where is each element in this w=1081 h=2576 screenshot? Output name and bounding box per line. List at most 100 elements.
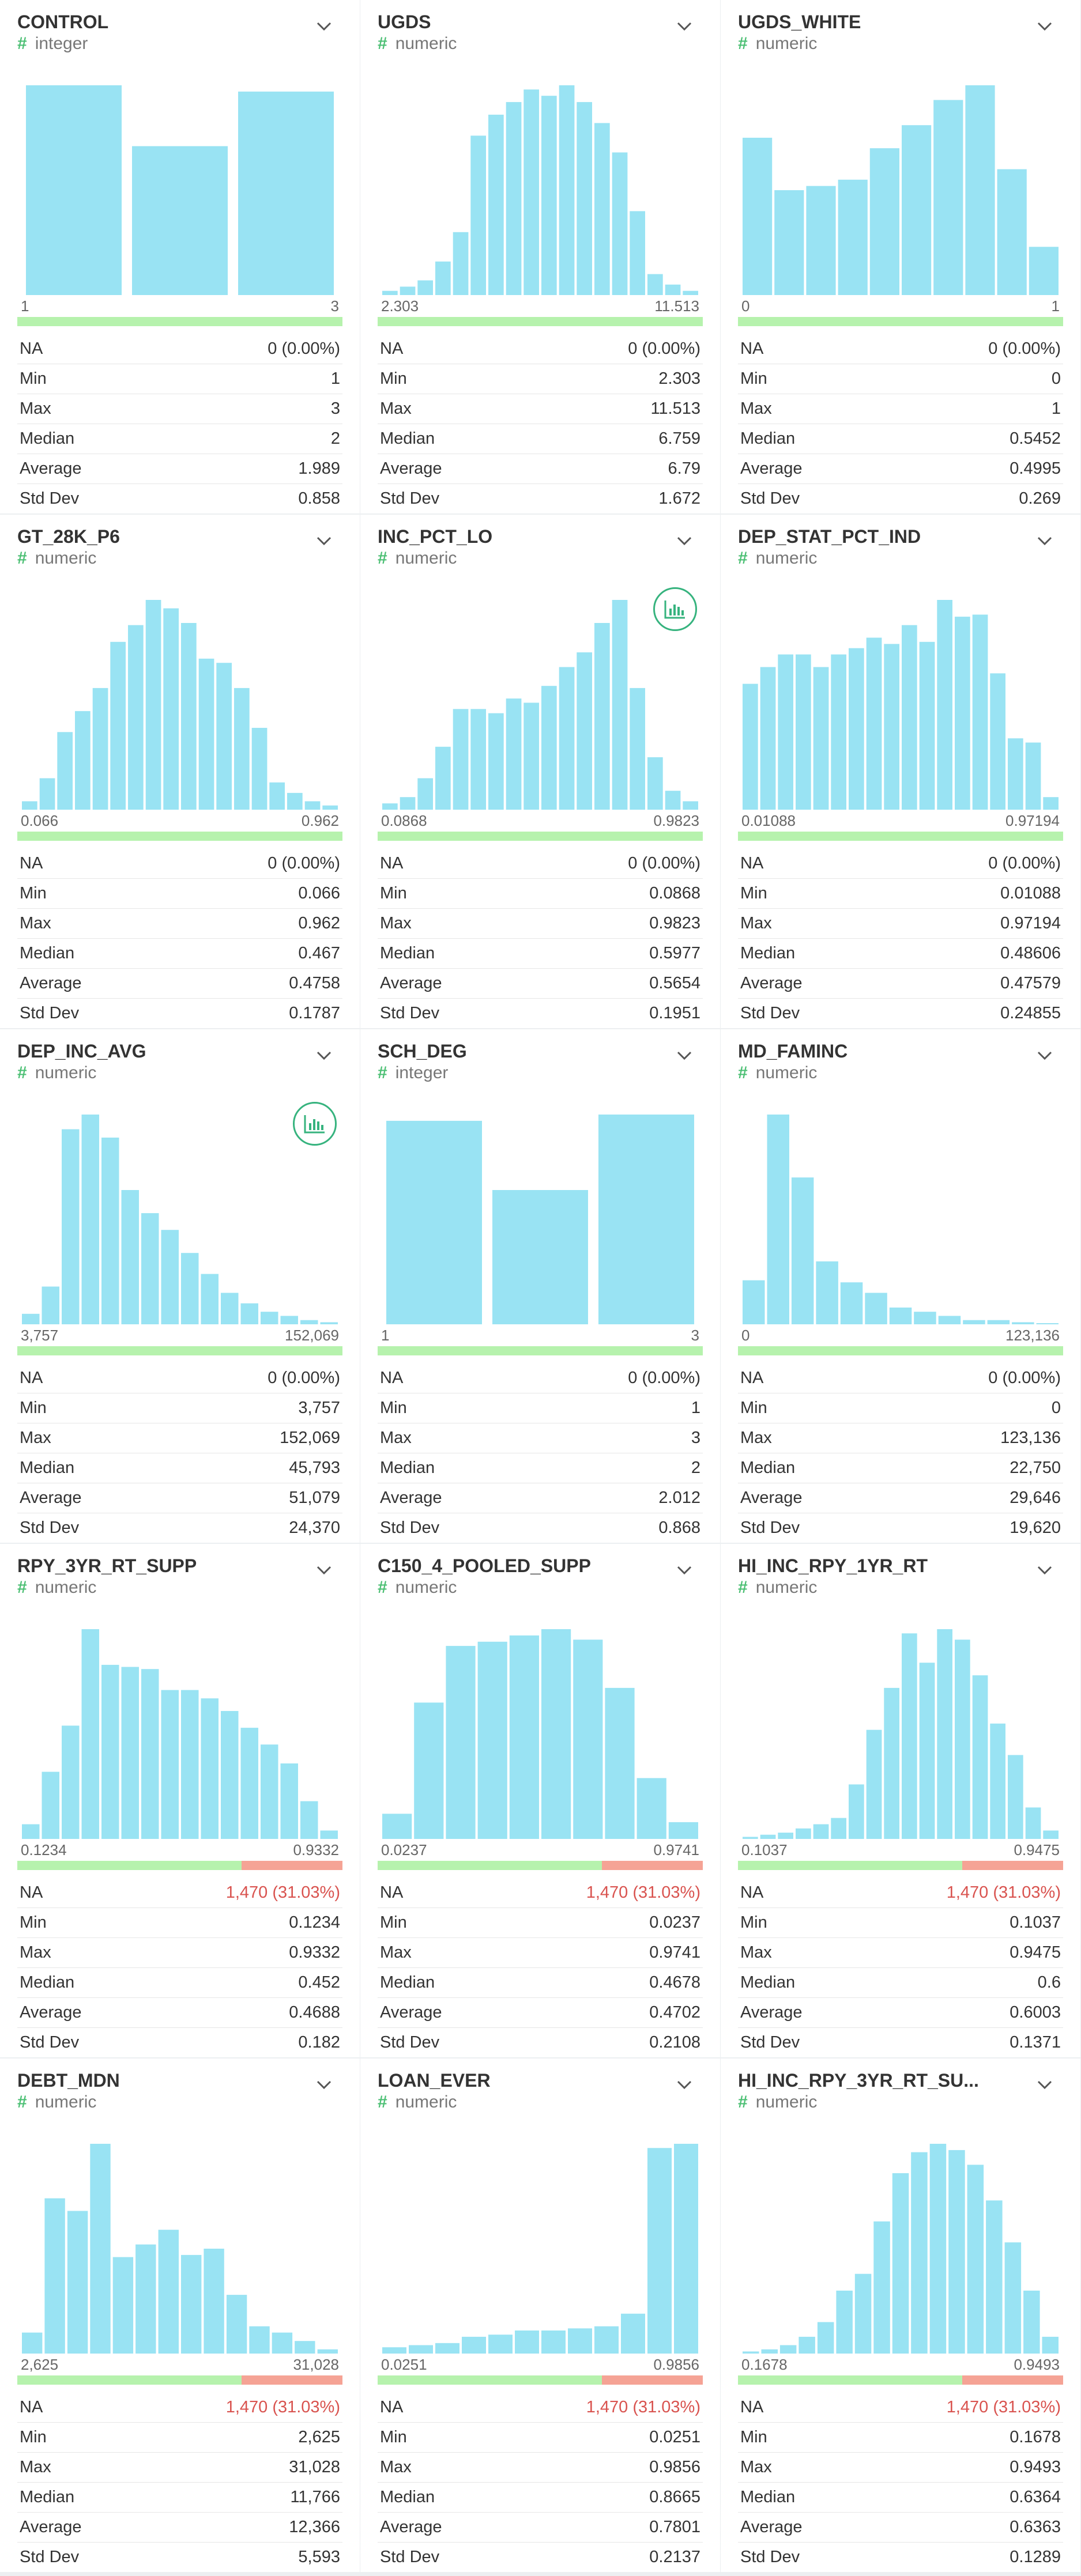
histogram-bar[interactable] (955, 1640, 970, 1839)
histogram-bar[interactable] (240, 1728, 259, 1839)
chevron-down-icon[interactable] (1033, 530, 1056, 553)
histogram-bar[interactable] (435, 2343, 459, 2354)
histogram-bar[interactable] (382, 2347, 406, 2354)
histogram-bar[interactable] (453, 709, 469, 810)
histogram-bar[interactable] (972, 1675, 988, 1839)
histogram-bar[interactable] (1043, 1830, 1059, 1839)
histogram-bar[interactable] (435, 261, 451, 295)
histogram-bar[interactable] (594, 623, 610, 810)
histogram-bar[interactable] (382, 290, 398, 295)
histogram-bar[interactable] (22, 1313, 40, 1324)
histogram-bar[interactable] (919, 1663, 935, 1839)
histogram-bar[interactable] (1042, 2336, 1059, 2354)
histogram-bar[interactable] (929, 2144, 947, 2354)
histogram-bar[interactable] (1004, 2242, 1022, 2354)
histogram-bar[interactable] (110, 641, 126, 810)
bar-chart-icon[interactable] (653, 587, 697, 631)
histogram-bar[interactable] (779, 2345, 797, 2354)
histogram-bar[interactable] (221, 1293, 239, 1324)
histogram-bar[interactable] (161, 1230, 179, 1324)
histogram-bar[interactable] (647, 2148, 672, 2354)
histogram-bar[interactable] (889, 1307, 912, 1324)
histogram-bar[interactable] (261, 1312, 278, 1324)
histogram-bar[interactable] (382, 803, 398, 810)
histogram-bar[interactable] (201, 1698, 219, 1839)
histogram-bar[interactable] (774, 190, 804, 295)
histogram-bar[interactable] (280, 1316, 299, 1324)
histogram-bar[interactable] (577, 102, 592, 295)
histogram-bar[interactable] (997, 169, 1027, 295)
histogram-bar[interactable] (541, 1629, 571, 1839)
histogram-bar[interactable] (470, 135, 486, 295)
histogram-bar[interactable] (919, 641, 935, 810)
histogram-bar[interactable] (101, 1138, 119, 1324)
histogram-bar[interactable] (594, 123, 610, 296)
histogram-bar[interactable] (295, 2341, 315, 2354)
histogram-bar[interactable] (1008, 1755, 1023, 1839)
histogram-bar[interactable] (22, 1824, 40, 1840)
histogram-bar[interactable] (238, 91, 334, 295)
histogram-bar[interactable] (630, 688, 645, 810)
histogram-bar[interactable] (226, 2295, 247, 2354)
chevron-down-icon[interactable] (673, 2073, 696, 2097)
histogram-bar[interactable] (446, 1646, 476, 1839)
histogram-bar[interactable] (488, 713, 504, 810)
histogram-bar[interactable] (813, 1824, 829, 1840)
histogram-bar[interactable] (541, 686, 557, 810)
histogram-bar[interactable] (902, 125, 932, 295)
histogram-bar[interactable] (541, 96, 557, 295)
histogram-bar[interactable] (67, 2211, 88, 2354)
histogram-bar[interactable] (933, 100, 963, 296)
histogram-bar[interactable] (272, 2332, 293, 2354)
histogram-bar[interactable] (92, 688, 108, 810)
histogram-bar[interactable] (987, 1320, 1010, 1324)
histogram-bar[interactable] (22, 801, 37, 810)
histogram-bar[interactable] (506, 102, 522, 295)
chevron-down-icon[interactable] (312, 530, 336, 553)
histogram-bar[interactable] (743, 2351, 759, 2354)
histogram-bar[interactable] (81, 1629, 100, 1839)
histogram-bar[interactable] (181, 1690, 199, 1839)
histogram-bar[interactable] (400, 286, 416, 295)
histogram-bar[interactable] (462, 2336, 486, 2354)
histogram-bar[interactable] (1012, 1322, 1034, 1324)
histogram-bar[interactable] (287, 792, 303, 810)
histogram-bar[interactable] (665, 791, 681, 810)
histogram-bar[interactable] (778, 654, 793, 810)
histogram-bar[interactable] (400, 797, 416, 810)
histogram-bar[interactable] (112, 2257, 134, 2354)
histogram-bar[interactable] (417, 778, 433, 810)
histogram-bar[interactable] (760, 667, 776, 810)
histogram-bar[interactable] (568, 2328, 592, 2354)
histogram-bar[interactable] (90, 2144, 111, 2354)
histogram-bar[interactable] (892, 2173, 909, 2354)
histogram-bar[interactable] (761, 2349, 778, 2354)
histogram-bar[interactable] (181, 1253, 199, 1324)
histogram-bar[interactable] (798, 2336, 815, 2354)
histogram-bar[interactable] (869, 148, 899, 295)
histogram-bar[interactable] (249, 2326, 270, 2354)
histogram-bar[interactable] (937, 600, 952, 810)
histogram-bar[interactable] (577, 652, 592, 810)
histogram-bar[interactable] (509, 1635, 539, 1839)
histogram-bar[interactable] (796, 1828, 811, 1839)
histogram-bar[interactable] (201, 1274, 219, 1324)
histogram-bar[interactable] (198, 658, 214, 810)
histogram-bar[interactable] (44, 2198, 65, 2354)
histogram-bar[interactable] (417, 280, 433, 296)
histogram-bar[interactable] (778, 1833, 793, 1839)
histogram-bar[interactable] (57, 732, 73, 810)
chevron-down-icon[interactable] (1033, 1044, 1056, 1067)
histogram-bar[interactable] (612, 600, 628, 810)
histogram-bar[interactable] (414, 1702, 444, 1839)
histogram-bar[interactable] (594, 2326, 619, 2354)
histogram-bar[interactable] (849, 1784, 864, 1839)
chevron-down-icon[interactable] (312, 2073, 336, 2097)
histogram-bar[interactable] (948, 2150, 965, 2354)
histogram-bar[interactable] (990, 1723, 1005, 1839)
histogram-bar[interactable] (42, 1286, 60, 1325)
histogram-bar[interactable] (163, 608, 179, 810)
histogram-bar[interactable] (1008, 738, 1023, 810)
histogram-bar[interactable] (955, 617, 970, 810)
histogram-bar[interactable] (938, 1316, 961, 1324)
